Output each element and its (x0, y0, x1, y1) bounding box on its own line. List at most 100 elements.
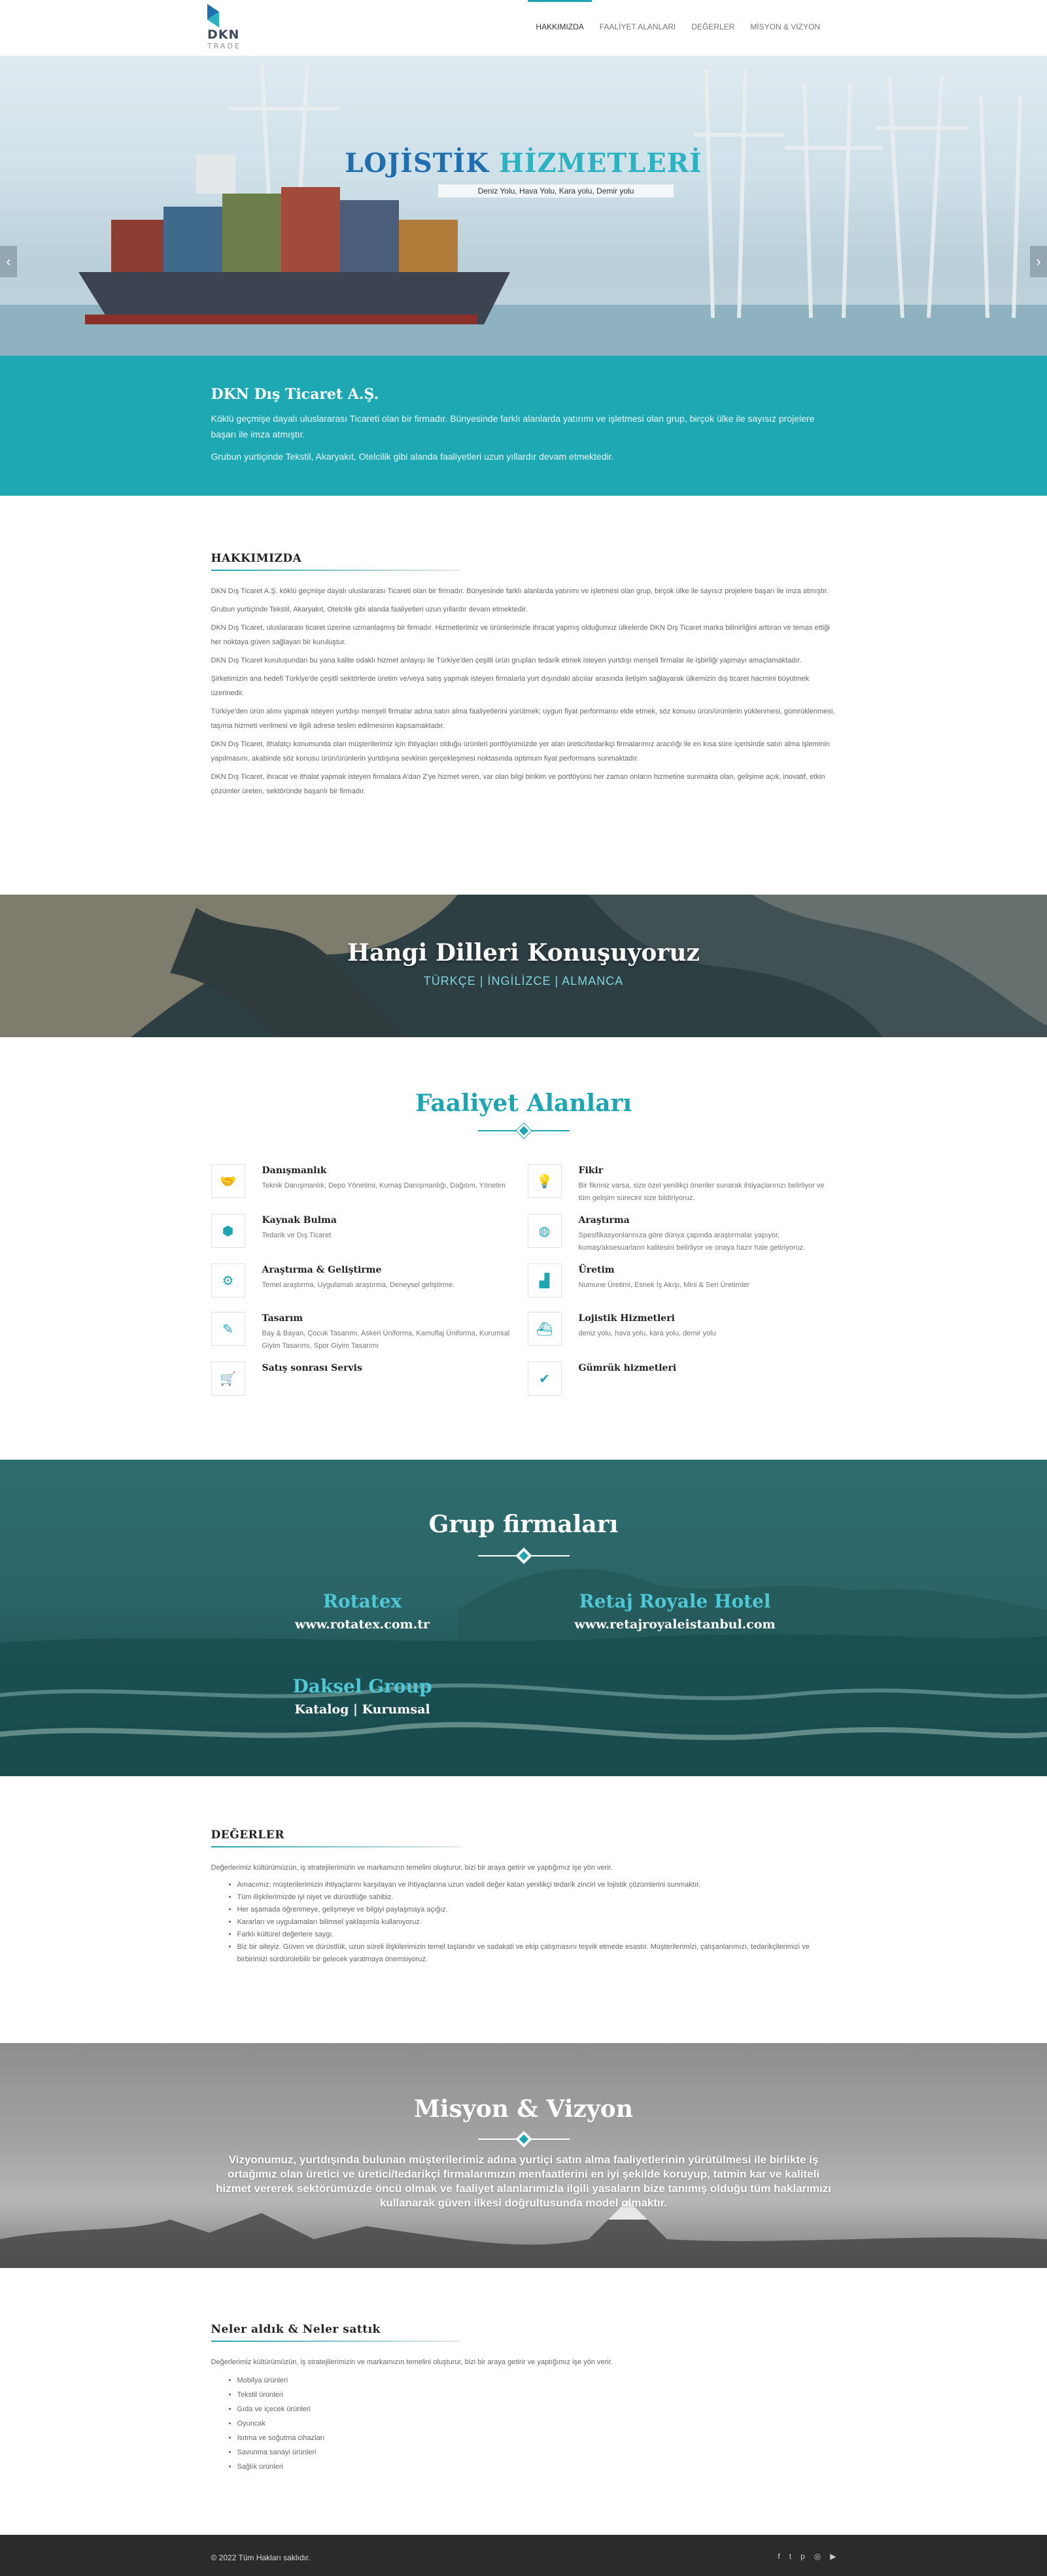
nav-item-degerler[interactable]: DEĞERLER (683, 0, 742, 56)
intro-title: DKN Dış Ticaret A.Ş. (211, 386, 379, 403)
activity-desc: Numune Üretimi, Esnek İş Akışı, Mini & S… (578, 1281, 750, 1289)
list-item: Sağlık ürünleri (237, 2460, 836, 2474)
instagram-icon[interactable]: ◎ (814, 2552, 821, 2561)
sea-coast-image (0, 1568, 1047, 1776)
hero-slider: LOJİSTİK HİZMETLERİ Deniz Yolu, Hava Yol… (0, 56, 1047, 356)
list-item: Amacımız; müşterilerimizin ihtiyaçlarını… (237, 1879, 836, 1891)
slider-next-button[interactable]: › (1030, 246, 1047, 277)
list-item: Her aşamada öğrenmeye, gelişmeye ve bilg… (237, 1904, 836, 1916)
copyright-text: © 2022 Tüm Hakları saklıdır. (211, 2553, 311, 2562)
list-item: Tüm ilişkilerimizde iyi niyet ve dürüstl… (237, 1891, 836, 1904)
edit-icon: ✎ (211, 1312, 245, 1346)
products-intro: Değerlerimiz kültürümüzün, iş stratejile… (211, 2358, 613, 2366)
pinterest-icon[interactable]: p (800, 2552, 805, 2561)
company-link[interactable]: www.retajroyaleistanbul.com (564, 1617, 786, 1632)
activity-title: Gümrük hizmetleri (578, 1363, 677, 1373)
about-paragraph: DKN Dış Ticaret, ithalatçı konumunda ola… (211, 740, 830, 763)
port-cranes-ship-image (0, 62, 1047, 356)
activity-desc: Temel araştırma, Uygulamalı araştırma, D… (262, 1281, 455, 1289)
twitter-icon[interactable]: t (789, 2552, 791, 2561)
activity-item: ◍ Araştırma Spesifikasyonlarınıza göre dün… (527, 1214, 836, 1254)
list-item: Isıtma ve soğutma cihazları (237, 2431, 836, 2445)
cubes-icon: ⬢ (211, 1214, 245, 1248)
hero-subtitle: Deniz Yolu, Hava Yolu, Kara yolu, Demir … (438, 184, 674, 197)
site-header: DKN TRADE HAKKIMIZDA FAALİYET ALANLARI D… (0, 0, 1047, 56)
dkn-trade-logo[interactable]: DKN TRADE (205, 3, 244, 54)
activity-desc: Bay & Bayan, Çocuk Tasarımı, Askeri Ünif… (262, 1330, 510, 1350)
logo-mark-icon (207, 4, 219, 27)
values-intro: Değerlerimiz kültürümüzün, iş stratejile… (211, 1864, 613, 1872)
company-rotatex: Rotatex www.rotatex.com.tr (251, 1590, 473, 1632)
lightbulb-icon: 💡 (527, 1164, 562, 1198)
languages-banner: Hangi Dilleri Konuşuyoruz TÜRKÇE | İNGİL… (0, 895, 1047, 1037)
company-daksel: Daksel Group Katalog | Kurumsal (251, 1675, 473, 1717)
mission-banner: Misyon & Vizyon Vizyonumuz, yurtdışında … (0, 2043, 1047, 2268)
list-item: Biz bir aileyiz. Güven ve dürüstlük, uzu… (237, 1941, 836, 1966)
cogs-icon: ⚙ (211, 1263, 245, 1297)
title-divider (211, 1121, 836, 1141)
nav-item-faaliyet-alanlari[interactable]: FAALİYET ALANLARI (592, 0, 684, 56)
globe-icon: ◍ (527, 1214, 562, 1248)
youtube-icon[interactable]: ▶ (830, 2552, 836, 2561)
title-divider (0, 1546, 1047, 1566)
activity-title: Kaynak Bulma (262, 1215, 337, 1226)
list-item: Gıda ve içecek ürünleri (237, 2402, 836, 2416)
activity-item: ✔ Gümrük hizmetleri (527, 1362, 836, 1401)
company-link[interactable]: Katalog | Kurumsal (251, 1702, 473, 1717)
about-paragraph: DKN Dış Ticaret A.Ş. köklü geçmişe dayal… (211, 587, 829, 595)
company-name: Rotatex (322, 1590, 402, 1612)
about-paragraph: Türkiye'den ürün alımı yapmak isteyen yu… (211, 708, 835, 730)
nav-item-hakkimizda[interactable]: HAKKIMIZDA (528, 0, 592, 56)
title-divider (0, 2129, 1047, 2149)
cart-icon: 🛒 (211, 1362, 245, 1396)
main-nav: HAKKIMIZDA FAALİYET ALANLARI DEĞERLER Mİ… (528, 0, 828, 56)
nav-item-misyon-vizyon[interactable]: MİSYON & VİZYON (742, 0, 828, 56)
hero-title-part-2: HİZMETLERİ (498, 148, 702, 179)
list-item: Tekstil ürünleri (237, 2388, 836, 2402)
mission-text: Vizyonumuz, yurtdışında bulunan müşteril… (216, 2154, 831, 2209)
site-footer: © 2022 Tüm Hakları saklıdır. f t p ◎ ▶ (0, 2535, 1047, 2576)
company-retaj: Retaj Royale Hotel www.retajroyaleistanb… (564, 1590, 786, 1632)
activity-title: Satış sonrası Servis (262, 1363, 362, 1373)
activity-item: ▟ Üretim Numune Üretimi, Esnek İş Akışı, M… (527, 1263, 836, 1303)
activity-item: ⚙ Araştırma & Geliştirme Temel araştırma, … (211, 1263, 528, 1303)
hero-title: LOJİSTİK HİZMETLERİ (0, 148, 1047, 179)
activity-desc: Teknik Danışmanlık, Depo Yönetimi, Kumaş… (262, 1182, 506, 1190)
about-title: HAKKIMIZDA (211, 552, 836, 571)
activity-desc: Spesifikasyonlarınıza göre dünya çapında… (578, 1231, 806, 1252)
activity-title: Üretim (578, 1265, 615, 1275)
activities-section: Faaliyet Alanları 🤝 Danışmanlık Teknik Dan… (0, 1037, 1047, 1460)
values-section: DEĞERLER Değerlerimiz kültürümüzün, iş s… (0, 1776, 1047, 2043)
activity-title: Fikir (578, 1165, 604, 1176)
activity-item: ⛴ Lojistik Hizmetleri deniz yolu, hava yol… (527, 1312, 836, 1352)
list-item: Mobilya ürünleri (237, 2373, 836, 2388)
company-link[interactable]: www.rotatex.com.tr (251, 1617, 473, 1632)
activity-item: 🤝 Danışmanlık Teknik Danışmanlık, Depo Yön… (211, 1164, 528, 1205)
activity-desc: Bir fikriniz varsa, size özel yenilikçi … (578, 1182, 825, 1202)
activity-title: Danışmanlık (262, 1165, 327, 1176)
intro-section: DKN Dış Ticaret A.Ş. Köklü geçmişe dayal… (0, 356, 1047, 496)
about-paragraph: Şirketimizin ana hedefi Türkiye'de çeşit… (211, 675, 810, 697)
check-circle-icon: ✔ (527, 1362, 562, 1396)
about-paragraph: DKN Dış Ticaret, uluslararası ticaret üz… (211, 624, 830, 646)
social-links: f t p ◎ ▶ (778, 2552, 836, 2561)
diamond-icon (516, 1548, 531, 1564)
values-title: DEĞERLER (211, 1829, 836, 1847)
activity-item: ⬢ Kaynak Bulma Tedarik ve Dış Ticaret (211, 1214, 528, 1254)
mission-title: Misyon & Vizyon (414, 2095, 633, 2123)
hero-title-part-1: LOJİSTİK (345, 148, 489, 179)
facebook-icon[interactable]: f (778, 2552, 780, 2561)
activity-item: 💡 Fikir Bir fikriniz varsa, size özel yeni… (527, 1164, 836, 1205)
languages-title: Hangi Dilleri Konuşuyoruz (347, 939, 700, 967)
activity-desc: deniz yolu, hava yolu, kara yolu, demir … (578, 1330, 716, 1337)
company-name: Retaj Royale Hotel (579, 1590, 771, 1612)
intro-text-2: Grubun yurtiçinde Tekstil, Akaryakıt, Ot… (211, 451, 614, 462)
products-section: Neler aldık & Neler sattık Değerlerimiz … (0, 2268, 1047, 2535)
intro-text-1: Köklü geçmişe dayalı uluslararası Ticare… (211, 413, 815, 439)
languages-list: TÜRKÇE | İNGİLİZCE | ALMANCA (423, 974, 624, 987)
slider-prev-button[interactable]: ‹ (0, 246, 17, 277)
list-item: Savunma sanayi ürünleri (237, 2445, 836, 2460)
group-companies-banner: Grup firmaları Rotatex www.rotatex.com.t… (0, 1460, 1047, 1776)
list-item: Farklı kültürel değerlere saygı. (237, 1929, 836, 1941)
values-list: Amacımız; müşterilerimizin ihtiyaçlarını… (237, 1879, 836, 1966)
